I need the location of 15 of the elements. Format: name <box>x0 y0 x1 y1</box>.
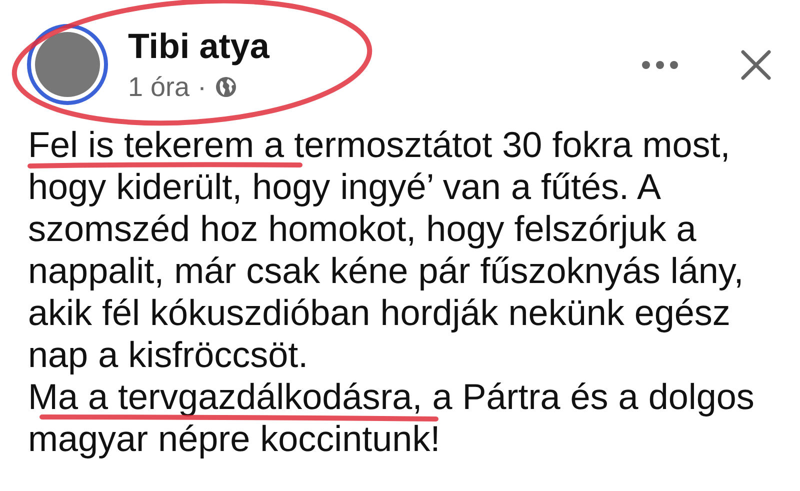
avatar[interactable] <box>27 24 108 105</box>
post-text-line: nappalit, már csak kéne pár fűszoknyás lány, <box>28 254 745 288</box>
post-text-line: szomszéd hoz homokot, hogy felszórjuk a <box>28 212 698 246</box>
post-text-line: akik fél kókuszdióban hordják nekünk egész <box>28 296 732 330</box>
post-text-line: magyar népre koccintunk! <box>28 422 442 456</box>
post-text-line: nap a kisfröccsöt. <box>28 338 310 372</box>
more-options-icon[interactable] <box>640 60 680 70</box>
globe-icon <box>214 76 237 98</box>
post-time: 1 óra <box>128 70 190 102</box>
author-name[interactable]: Tibi atya <box>128 26 580 66</box>
post-text-line: Ma a tervgazdálkodásra, a Pártra és a dolgos <box>28 380 756 414</box>
post-text-line: Fel is tekerem a termosztátot 30 fokra most, <box>28 128 732 162</box>
post-text-line: hogy kiderült, hogy ingyé’ van a fűtés. A <box>28 170 662 204</box>
close-icon[interactable] <box>740 48 772 80</box>
separator: · <box>198 70 207 102</box>
